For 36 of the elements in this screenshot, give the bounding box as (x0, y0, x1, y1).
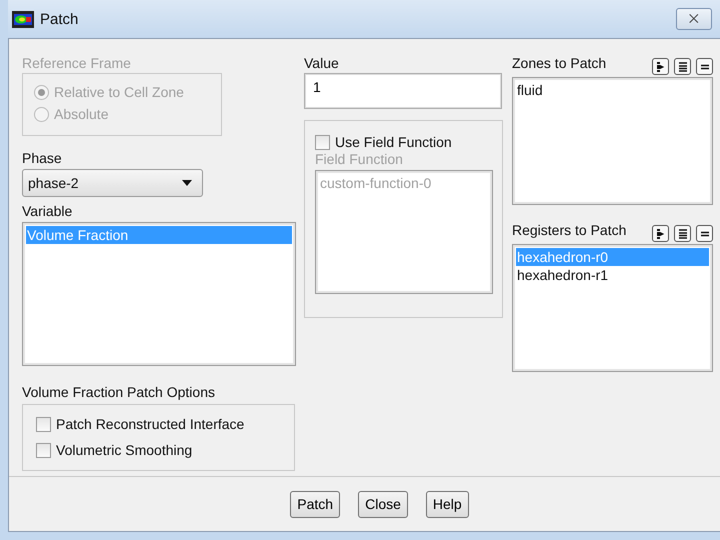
dialog-button[interactable]: Patch (290, 490, 340, 518)
lines-icon (678, 62, 688, 72)
checkbox[interactable] (36, 442, 51, 458)
field-label: Phase (22, 150, 62, 167)
field-label: Field Function (315, 151, 403, 167)
select-all-button[interactable] (674, 58, 691, 75)
window-title: Patch (40, 10, 78, 28)
checkbox[interactable] (36, 416, 51, 432)
list-item[interactable]: fluid (516, 81, 709, 99)
tree-select-icon (656, 228, 666, 238)
tree-select-icon (656, 62, 666, 72)
deselect-all-button[interactable] (696, 225, 713, 242)
field-label: Value (304, 55, 339, 72)
checkbox-label: Use Field Function (335, 133, 452, 151)
phase-dropdown[interactable]: phase-2 (22, 169, 203, 197)
field-label: Variable (22, 203, 72, 220)
radio-label: Relative to Cell Zone (54, 83, 184, 101)
list-item[interactable]: hexahedron-r1 (516, 266, 709, 284)
select-all-button[interactable] (674, 225, 691, 242)
group-label: Reference Frame (22, 55, 131, 72)
lines-icon (678, 228, 688, 238)
select-icon-button[interactable] (652, 58, 669, 75)
select-icon-button[interactable] (652, 225, 669, 242)
deselect-all-button[interactable] (696, 58, 713, 75)
group-label: Volume Fraction Patch Options (22, 384, 215, 401)
radio-label: Absolute (54, 105, 108, 123)
field-label: Registers to Patch (512, 222, 626, 239)
dialog-button[interactable]: Help (426, 490, 469, 518)
checkbox-label: Patch Reconstructed Interface (56, 415, 244, 433)
close-button[interactable]: ⨉ (676, 8, 712, 30)
field-label: Zones to Patch (512, 55, 606, 72)
app-icon (12, 10, 34, 28)
caret-icon (182, 180, 192, 186)
value-input[interactable]: 1 (304, 73, 502, 109)
dialog-button[interactable]: Close (358, 490, 408, 518)
checkbox-label: Volumetric Smoothing (56, 441, 192, 459)
